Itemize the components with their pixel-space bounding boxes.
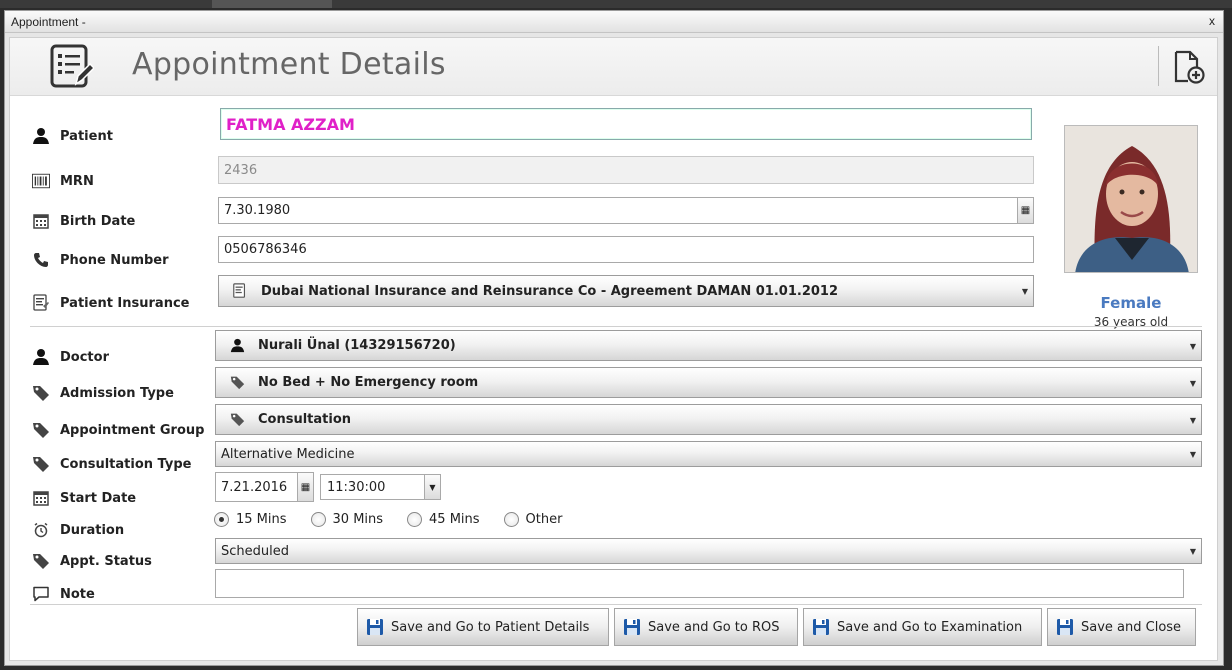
- radio-button[interactable]: [407, 512, 423, 527]
- chevron-down-icon[interactable]: ▼: [424, 475, 440, 499]
- radio-button-selected[interactable]: [214, 512, 229, 527]
- tag-icon: [32, 455, 50, 473]
- chevron-down-icon: ▼: [1189, 415, 1196, 425]
- tag-icon: [32, 552, 50, 570]
- chevron-down-icon: ▼: [1189, 378, 1196, 388]
- consultation-type-label: Consultation Type: [32, 453, 191, 475]
- footer-divider: [30, 604, 1202, 605]
- appointment-group-value: Consultation: [258, 412, 352, 427]
- insurance-card-icon: [231, 283, 249, 299]
- patient-photo: [1064, 125, 1198, 273]
- background-window-strip: [0, 0, 1232, 8]
- appointment-panel: Appointment Details Patient FATMA AZZAM …: [9, 37, 1218, 661]
- start-date-field[interactable]: 7.21.2016 ▦: [215, 472, 314, 502]
- close-button[interactable]: x: [1209, 14, 1215, 28]
- new-document-icon[interactable]: [1173, 50, 1205, 84]
- start-date-calendar-button[interactable]: ▦: [297, 473, 313, 501]
- radio-button[interactable]: [310, 512, 326, 527]
- phone-field[interactable]: 0506786346: [218, 236, 1034, 263]
- user-icon: [32, 127, 50, 145]
- insurance-select[interactable]: Dubai National Insurance and Reinsurance…: [218, 275, 1034, 307]
- insurance-label: Patient Insurance: [32, 292, 189, 314]
- radio-button[interactable]: [503, 512, 519, 527]
- note-label: Note: [32, 583, 95, 605]
- mrn-label: MRN: [32, 170, 94, 192]
- start-date-label: Start Date: [32, 487, 136, 509]
- note-field[interactable]: [215, 569, 1184, 598]
- page-title: Appointment Details: [132, 47, 446, 82]
- barcode-icon: [32, 172, 50, 190]
- panel-header: Appointment Details: [10, 38, 1217, 96]
- tag-icon: [228, 375, 246, 391]
- background-tab: [212, 0, 332, 8]
- comment-icon: [32, 585, 50, 603]
- appt-status-select[interactable]: Scheduled ▼: [215, 538, 1202, 564]
- alarm-clock-icon: [32, 521, 50, 539]
- appt-status-value: Scheduled: [221, 543, 289, 559]
- birth-date-field[interactable]: 7.30.1980 ▦: [218, 197, 1034, 224]
- save-go-ros-button[interactable]: Save and Go to ROS: [614, 608, 798, 646]
- birth-date-calendar-button[interactable]: ▦: [1017, 198, 1033, 223]
- start-date-value: 7.21.2016: [221, 479, 288, 495]
- patient-label: Patient: [32, 125, 113, 147]
- appt-status-label: Appt. Status: [32, 550, 152, 572]
- phone-label: Phone Number: [32, 249, 169, 271]
- mrn-field: 2436: [218, 156, 1034, 184]
- phone-icon: [32, 251, 50, 269]
- doctor-select[interactable]: Nurali Ünal (14329156720) ▼: [215, 330, 1202, 361]
- save-go-patient-details-button[interactable]: Save and Go to Patient Details: [357, 608, 609, 646]
- duration-radio-group: 15 Mins 30 Mins 45 Mins Other: [214, 512, 586, 527]
- chevron-down-icon: ▼: [1021, 287, 1028, 296]
- duration-label: Duration: [32, 519, 124, 541]
- admission-type-value: No Bed + No Emergency room: [258, 375, 479, 390]
- tag-icon: [32, 384, 50, 402]
- start-time-field[interactable]: 11:30:00 ▼: [320, 474, 441, 500]
- appointment-form-icon: [50, 44, 94, 88]
- save-icon: [367, 619, 383, 635]
- user-icon: [228, 338, 246, 354]
- user-icon: [32, 348, 50, 366]
- calendar-icon: [32, 489, 50, 507]
- duration-option-15[interactable]: 15 Mins: [214, 512, 287, 527]
- doctor-label: Doctor: [32, 346, 109, 368]
- appointment-group-label: Appointment Group: [32, 419, 204, 441]
- save-icon: [1057, 619, 1073, 635]
- insurance-card-icon: [32, 294, 50, 312]
- dialog-titlebar[interactable]: Appointment - x: [5, 11, 1223, 33]
- appointment-group-select[interactable]: Consultation ▼: [215, 404, 1202, 435]
- save-and-close-button[interactable]: Save and Close: [1047, 608, 1196, 646]
- section-divider: [30, 326, 1202, 327]
- header-divider: [1158, 46, 1159, 86]
- doctor-value: Nurali Ünal (14329156720): [258, 338, 456, 353]
- chevron-down-icon: ▼: [1189, 450, 1196, 459]
- appointment-dialog: Appointment - x Appointment Details Pati…: [4, 10, 1224, 666]
- save-go-examination-button[interactable]: Save and Go to Examination: [803, 608, 1042, 646]
- dialog-title: Appointment -: [11, 15, 86, 29]
- duration-option-45[interactable]: 45 Mins: [407, 512, 480, 527]
- consultation-type-value: Alternative Medicine: [221, 446, 355, 462]
- consultation-type-select[interactable]: Alternative Medicine ▼: [215, 441, 1202, 467]
- insurance-value: Dubai National Insurance and Reinsurance…: [261, 283, 839, 299]
- chevron-down-icon: ▼: [1189, 341, 1196, 351]
- calendar-icon: [32, 212, 50, 230]
- birth-date-value: 7.30.1980: [224, 203, 291, 218]
- duration-option-other[interactable]: Other: [503, 512, 562, 527]
- save-icon: [813, 619, 829, 635]
- patient-gender: Female: [1100, 294, 1162, 312]
- admission-type-label: Admission Type: [32, 382, 174, 404]
- birth-date-label: Birth Date: [32, 210, 135, 232]
- chevron-down-icon: ▼: [1189, 547, 1196, 556]
- start-time-value: 11:30:00: [327, 479, 386, 495]
- patient-name-field[interactable]: FATMA AZZAM: [220, 108, 1032, 140]
- duration-option-30[interactable]: 30 Mins: [310, 512, 383, 527]
- save-icon: [624, 619, 640, 635]
- tag-icon: [228, 412, 246, 428]
- tag-icon: [32, 421, 50, 439]
- admission-type-select[interactable]: No Bed + No Emergency room ▼: [215, 367, 1202, 398]
